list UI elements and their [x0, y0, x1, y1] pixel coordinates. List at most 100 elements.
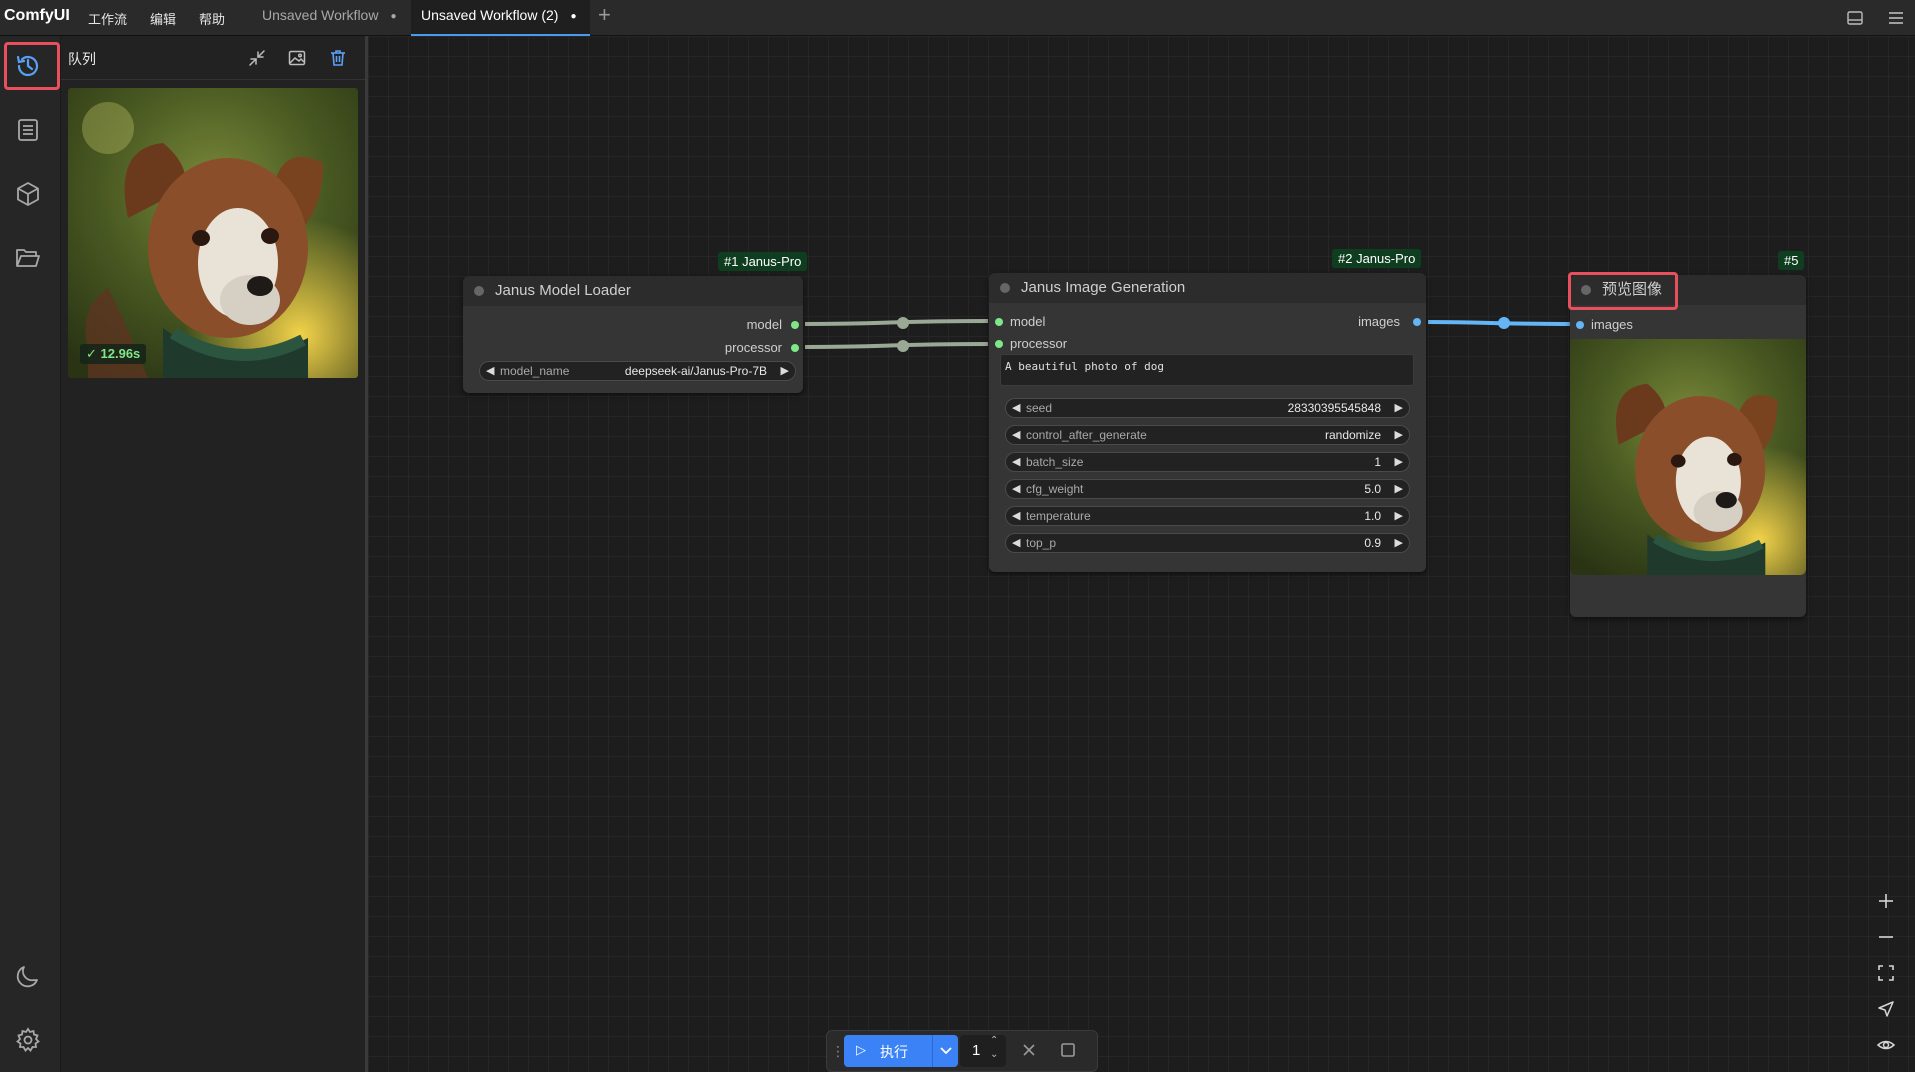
widget-label: batch_size	[1026, 455, 1084, 469]
widget-control-after-generate[interactable]: ◀ control_after_generate randomize ▶	[1005, 425, 1410, 445]
decrement-arrow-icon[interactable]: ◀	[1012, 507, 1020, 525]
output-port-processor[interactable]	[791, 344, 799, 352]
increment-arrow-icon[interactable]: ▶	[781, 362, 789, 380]
increment-arrow-icon[interactable]: ▶	[1395, 534, 1403, 552]
duration-badge: ✓ 12.96s	[80, 344, 147, 364]
new-tab-button[interactable]: +	[598, 2, 611, 28]
decrement-arrow-icon[interactable]: ◀	[486, 362, 494, 380]
run-label: 执行	[880, 1044, 908, 1060]
play-icon: ▷	[856, 1042, 866, 1057]
widget-cfg-weight[interactable]: ◀ cfg_weight 5.0 ▶	[1005, 479, 1410, 499]
dog-image	[68, 88, 358, 378]
chevron-down-icon[interactable]	[939, 1040, 953, 1063]
increment-arrow-icon[interactable]: ▶	[1395, 426, 1403, 444]
input-port-processor[interactable]	[995, 340, 1003, 348]
widget-model-name[interactable]: ◀ model_name deepseek-ai/Janus-Pro-7B ▶	[479, 361, 796, 381]
link-midpoint[interactable]	[1498, 317, 1510, 329]
widget-value: 5.0	[1364, 482, 1381, 496]
node-preview-image[interactable]: 预览图像 images	[1570, 275, 1806, 617]
tab-unsaved-workflow[interactable]: Unsaved Workflow ●	[252, 0, 407, 36]
link-images	[1427, 317, 1577, 329]
node-title-text: Janus Model Loader	[495, 282, 631, 299]
widget-label: seed	[1026, 401, 1053, 415]
input-label-processor: processor	[1010, 336, 1068, 351]
theme-moon-icon[interactable]	[14, 962, 42, 990]
widget-batch-size[interactable]: ◀ batch_size 1 ▶	[1005, 452, 1410, 472]
output-label-model: model	[746, 317, 782, 332]
preview-output-image[interactable]	[1570, 339, 1806, 575]
decrement-arrow-icon[interactable]: ◀	[1012, 480, 1020, 498]
decrement-arrow-icon[interactable]: ◀	[1012, 399, 1020, 417]
sidebar-rail	[0, 36, 61, 1072]
batch-count-stepper[interactable]: 1 ⌃ ⌄	[960, 1035, 1006, 1067]
app-logo: ComfyUI	[4, 7, 70, 24]
zoom-in-icon[interactable]	[1868, 886, 1904, 916]
tab-modified-dot[interactable]: ●	[570, 2, 576, 32]
widget-value: 1.0	[1364, 509, 1381, 523]
increment-arrow-icon[interactable]: ▶	[1395, 453, 1403, 471]
menu-edit[interactable]: 编辑	[150, 9, 176, 28]
widget-label: cfg_weight	[1026, 482, 1084, 496]
increment-arrow-icon[interactable]: ▶	[1395, 480, 1403, 498]
output-port-images[interactable]	[1413, 318, 1421, 326]
link-model	[804, 317, 989, 329]
decrement-arrow-icon[interactable]: ◀	[1012, 426, 1020, 444]
link-midpoint[interactable]	[897, 340, 909, 352]
visibility-eye-icon[interactable]	[1868, 1030, 1904, 1060]
decrement-arrow-icon[interactable]: ◀	[1012, 534, 1020, 552]
increment-icon[interactable]: ⌃	[990, 1035, 998, 1046]
decrement-arrow-icon[interactable]: ◀	[1012, 453, 1020, 471]
run-toolbar: ⋮ ▷ 执行 1 ⌃ ⌄	[826, 1030, 1098, 1072]
input-port-model[interactable]	[995, 318, 1003, 326]
zoom-out-icon[interactable]	[1868, 922, 1904, 952]
prompt-textarea[interactable]: A beautiful photo of dog	[1000, 354, 1414, 386]
graph-canvas[interactable]: #1 Janus-Pro Janus Model Loader model pr…	[368, 36, 1915, 1072]
widget-value: 1	[1374, 455, 1381, 469]
queue-result-thumbnail[interactable]: ✓ 12.96s	[68, 88, 358, 378]
node-collapse-dot[interactable]	[474, 286, 484, 296]
node-library-icon[interactable]	[14, 116, 42, 144]
node-title-text: Janus Image Generation	[1021, 279, 1186, 296]
image-gallery-icon[interactable]	[287, 48, 307, 68]
cancel-x-icon[interactable]	[1020, 1041, 1038, 1064]
increment-arrow-icon[interactable]: ▶	[1395, 399, 1403, 417]
drag-handle-icon[interactable]: ⋮	[831, 1043, 845, 1060]
widget-seed[interactable]: ◀ seed 28330395545848 ▶	[1005, 398, 1410, 418]
tab-modified-dot[interactable]: ●	[390, 2, 396, 32]
tab-unsaved-workflow-2[interactable]: Unsaved Workflow (2) ●	[411, 0, 590, 36]
widget-label: temperature	[1026, 509, 1091, 523]
node-title[interactable]: Janus Model Loader	[463, 276, 803, 306]
stop-square-icon[interactable]	[1059, 1041, 1077, 1064]
widget-top-p[interactable]: ◀ top_p 0.9 ▶	[1005, 533, 1410, 553]
output-label-images: images	[1358, 314, 1400, 329]
increment-arrow-icon[interactable]: ▶	[1395, 507, 1403, 525]
node-janus-image-generation[interactable]: Janus Image Generation model processor i…	[989, 273, 1426, 572]
menu-help[interactable]: 帮助	[199, 9, 225, 28]
model-library-icon[interactable]	[14, 180, 42, 208]
node-janus-model-loader[interactable]: Janus Model Loader model processor ◀ mod…	[463, 276, 803, 393]
batch-count-value: 1	[972, 1042, 981, 1059]
input-port-images[interactable]	[1576, 321, 1584, 329]
pointer-mode-icon[interactable]	[1868, 994, 1904, 1024]
link-midpoint[interactable]	[897, 317, 909, 329]
queue-panel: 队列 ✓ 12.96s	[61, 36, 368, 1072]
toggle-bottom-panel-icon[interactable]	[1846, 9, 1864, 27]
menu-workflow[interactable]: 工作流	[88, 9, 127, 28]
widget-value: randomize	[1324, 428, 1381, 442]
queue-title: 队列	[68, 51, 96, 67]
run-button[interactable]: ▷ 执行	[844, 1035, 958, 1067]
hamburger-menu-icon[interactable]	[1887, 9, 1905, 27]
fit-view-icon[interactable]	[1868, 958, 1904, 988]
history-highlight-box	[4, 42, 60, 90]
settings-gear-icon[interactable]	[14, 1026, 42, 1054]
output-port-model[interactable]	[791, 321, 799, 329]
decrement-icon[interactable]: ⌄	[990, 1049, 998, 1060]
widget-value: 28330395545848	[1287, 401, 1381, 415]
widget-temperature[interactable]: ◀ temperature 1.0 ▶	[1005, 506, 1410, 526]
node-collapse-dot[interactable]	[1000, 283, 1010, 293]
trash-icon[interactable]	[328, 48, 348, 68]
node-title[interactable]: Janus Image Generation	[989, 273, 1426, 303]
collapse-icon[interactable]	[247, 48, 267, 68]
workflows-icon[interactable]	[14, 244, 42, 272]
input-label-images: images	[1591, 317, 1633, 332]
